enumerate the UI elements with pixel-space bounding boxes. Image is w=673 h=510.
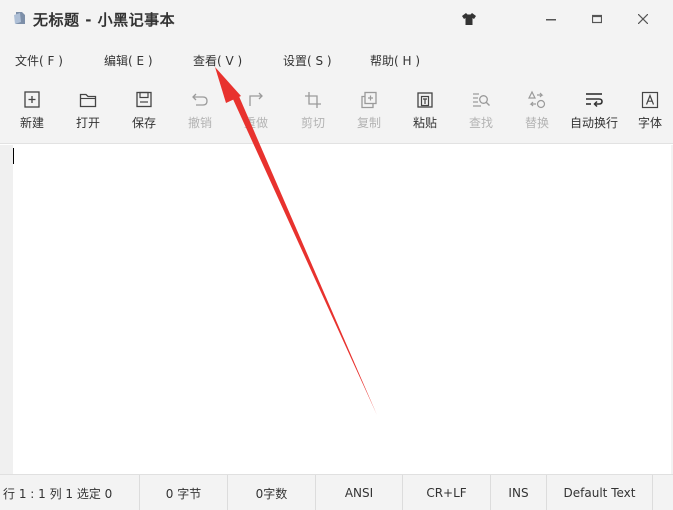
open-button[interactable]: 打开	[60, 84, 116, 144]
replace-icon	[528, 90, 546, 109]
tshirt-icon	[462, 13, 476, 25]
toolbar: 新建 打开 保存 撤销 重做 剪切 复制 粘贴 查找 替换 自动换行 字体	[0, 84, 673, 144]
font-label: 字体	[637, 116, 662, 130]
word-wrap-label: 自动换行	[569, 116, 618, 130]
cut-icon	[305, 92, 321, 108]
open-folder-icon	[79, 93, 97, 108]
status-line-ending[interactable]: CR+LF	[403, 475, 491, 510]
notepad-app-icon	[14, 12, 25, 24]
status-bar: 行 1 : 1 列 1 选定 0 0 字节 0字数 ANSI CR+LF INS…	[0, 474, 673, 510]
menu-settings[interactable]: 设置( S )	[283, 52, 332, 69]
redo-button[interactable]: 重做	[228, 84, 284, 144]
editor-gutter	[0, 145, 13, 474]
font-button[interactable]: 字体	[622, 84, 673, 144]
save-label: 保存	[131, 116, 156, 130]
redo-label: 重做	[243, 116, 268, 130]
cut-label: 剪切	[300, 116, 325, 130]
word-wrap-icon	[586, 93, 603, 108]
menu-help[interactable]: 帮助( H )	[370, 52, 420, 69]
skin-button[interactable]	[446, 0, 492, 38]
cut-button[interactable]: 剪切	[285, 84, 341, 144]
title-bar: 无标题 - 小黑记事本	[0, 0, 673, 38]
new-button[interactable]: 新建	[4, 84, 60, 144]
maximize-icon	[592, 14, 602, 24]
menu-edit[interactable]: 编辑( E )	[104, 52, 153, 69]
find-label: 查找	[468, 116, 493, 130]
open-label: 打开	[75, 116, 100, 130]
copy-label: 复制	[356, 116, 381, 130]
new-file-icon	[24, 91, 40, 108]
text-caret	[13, 148, 14, 164]
menu-view[interactable]: 查看( V )	[193, 52, 242, 69]
paste-button[interactable]: 粘贴	[397, 84, 453, 144]
replace-button[interactable]: 替换	[509, 84, 565, 144]
status-char-count: 0字数	[228, 475, 316, 510]
word-wrap-button[interactable]: 自动换行	[566, 84, 622, 144]
paste-label: 粘贴	[412, 116, 437, 130]
undo-button[interactable]: 撤销	[172, 84, 228, 144]
status-insert-mode[interactable]: INS	[491, 475, 547, 510]
menu-bar: 文件( F ) 编辑( E ) 查看( V ) 设置( S ) 帮助( H )	[0, 38, 673, 84]
save-button[interactable]: 保存	[116, 84, 172, 144]
minimize-icon	[546, 19, 556, 21]
new-label: 新建	[19, 116, 44, 130]
close-icon	[638, 14, 648, 24]
undo-label: 撤销	[187, 116, 212, 130]
text-editor[interactable]	[13, 145, 671, 474]
maximize-button[interactable]	[574, 0, 620, 38]
undo-icon	[192, 93, 208, 106]
copy-button[interactable]: 复制	[341, 84, 397, 144]
status-encoding[interactable]: ANSI	[316, 475, 403, 510]
copy-icon	[361, 91, 377, 109]
close-button[interactable]	[620, 0, 666, 38]
redo-icon	[249, 92, 263, 106]
save-icon	[136, 91, 152, 108]
menu-file[interactable]: 文件( F )	[15, 52, 63, 69]
status-syntax[interactable]: Default Text	[547, 475, 653, 510]
paste-icon	[417, 92, 433, 108]
status-cursor-position: 行 1 : 1 列 1 选定 0	[0, 475, 140, 510]
font-icon	[641, 91, 659, 109]
find-icon	[473, 93, 490, 107]
find-button[interactable]: 查找	[453, 84, 509, 144]
minimize-button[interactable]	[528, 0, 574, 38]
replace-label: 替换	[524, 116, 549, 130]
window-title: 无标题 - 小黑记事本	[33, 11, 176, 29]
status-byte-count: 0 字节	[140, 475, 228, 510]
